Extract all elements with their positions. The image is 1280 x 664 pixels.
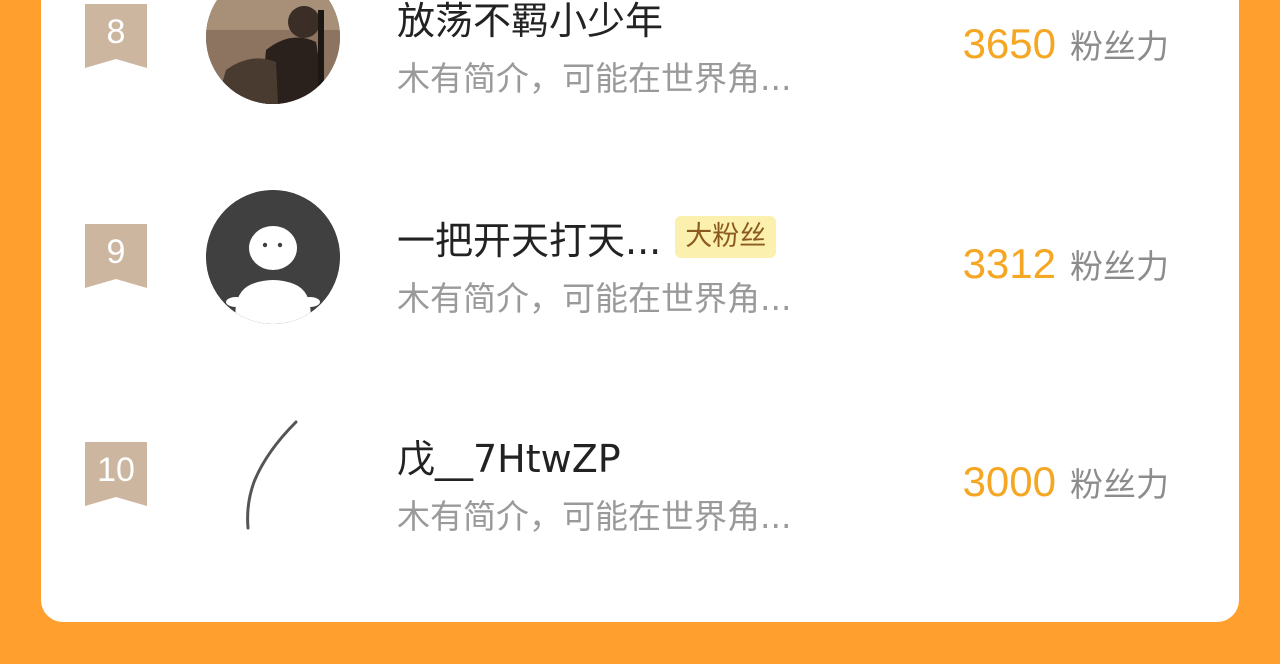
rank-number: 8 [106,13,126,51]
name-line: 放荡不羁小少年 [397,0,663,45]
fan-power: 3312 粉丝力 [963,240,1169,288]
user-intro: 木有简介，可能在世界角... [397,497,792,536]
rank-number: 9 [106,233,126,271]
name-line: 戊__7HtwZP [397,428,621,483]
ranking-row-9[interactable]: 9 一把开天打天... 大粉丝 木有简介，可能在世界角... 3312 粉丝力 [41,180,1239,340]
name-line: 一把开天打天... 大粉丝 [397,210,777,265]
avatar[interactable] [206,408,340,542]
ranking-row-8[interactable]: 8 放荡不羁小少年 木有简介，可能在世界角... 3650 粉丝力 [41,0,1239,120]
user-intro: 木有简介，可能在世界角... [397,279,792,318]
fan-power-value: 3650 [962,20,1056,67]
user-name[interactable]: 戊__7HtwZP [397,428,621,483]
fan-power-label: 粉丝力 [1070,247,1169,286]
rank-ribbon: 10 [85,442,147,506]
sketch-avatar-image [206,408,340,542]
avatar[interactable] [206,0,340,104]
user-name[interactable]: 一把开天打天... [397,210,661,265]
rank-number: 10 [97,451,135,489]
user-name[interactable]: 放荡不羁小少年 [397,0,663,45]
photo-avatar-image [206,0,340,104]
rank-ribbon: 9 [85,224,147,288]
fan-power-value: 3000 [962,458,1056,505]
rank-ribbon: 8 [85,4,147,68]
fan-power-label: 粉丝力 [1070,27,1169,66]
default-avatar-icon [206,190,340,324]
fan-ranking-card: 8 放荡不羁小少年 木有简介，可能在世界角... 3650 粉丝力 9 一把开天… [41,0,1239,622]
fan-power-label: 粉丝力 [1070,465,1169,504]
ranking-row-10[interactable]: 10 戊__7HtwZP 木有简介，可能在世界角... 3000 粉丝力 [41,398,1239,558]
user-intro: 木有简介，可能在世界角... [397,59,792,98]
big-fan-badge: 大粉丝 [675,216,777,258]
avatar[interactable] [206,190,340,324]
fan-power: 3000 粉丝力 [963,458,1169,506]
fan-power: 3650 粉丝力 [963,20,1169,68]
fan-power-value: 3312 [962,240,1056,287]
